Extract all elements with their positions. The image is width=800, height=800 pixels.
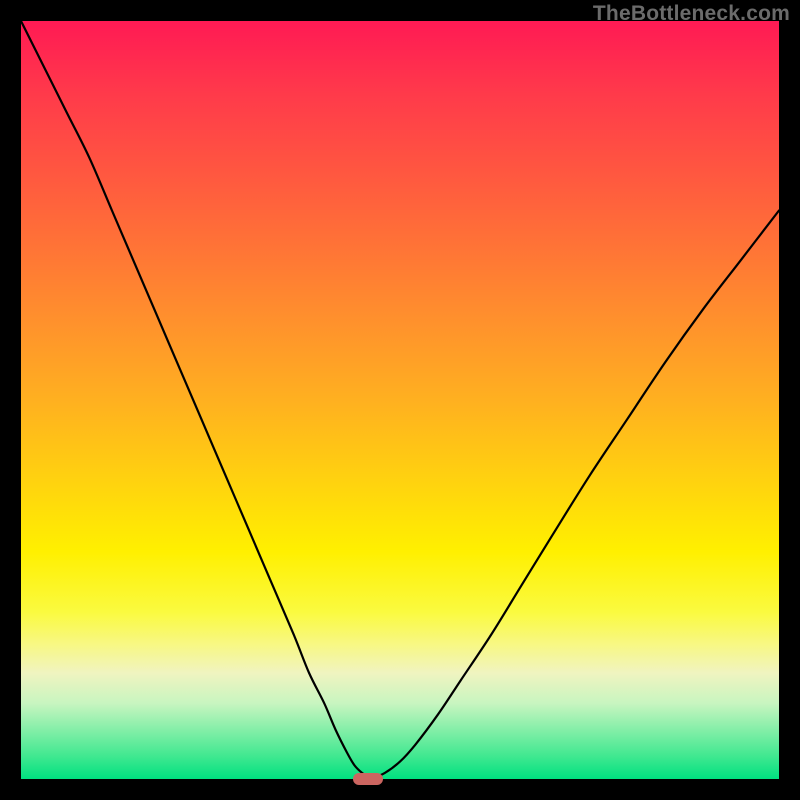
- optimal-marker: [353, 773, 383, 785]
- chart-container: TheBottleneck.com: [0, 0, 800, 800]
- bottleneck-curve: [21, 21, 779, 779]
- plot-area: [21, 21, 779, 779]
- watermark-text: TheBottleneck.com: [593, 2, 790, 26]
